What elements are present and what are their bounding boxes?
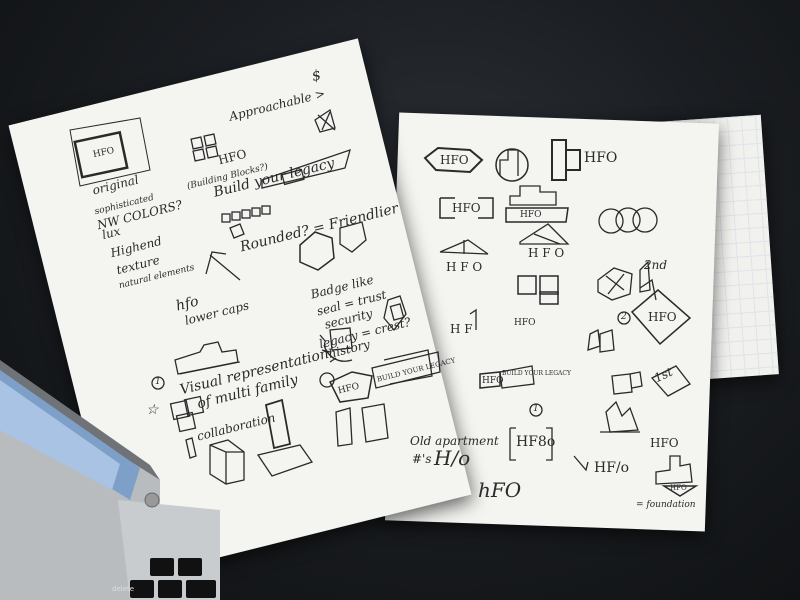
right-hfo-tri: HFO bbox=[670, 484, 687, 492]
right-hfo-diamond: HFO bbox=[648, 310, 677, 324]
right-hfo-4: H F O bbox=[446, 260, 483, 274]
sketch-drawings bbox=[69, 108, 699, 497]
right-hfo-mm: HFO bbox=[520, 210, 542, 220]
note-star: ☆ bbox=[146, 402, 159, 418]
right-hf-slash: HF/o bbox=[594, 460, 630, 476]
right-hfo-3: HFO bbox=[452, 201, 481, 215]
right-hfo-build: HFO bbox=[482, 376, 504, 386]
right-hfo-6: HFO bbox=[514, 318, 536, 328]
right-its: #'s bbox=[412, 452, 432, 466]
photo-scene: delete Approachable > $ HFO original sop… bbox=[0, 0, 800, 600]
right-hfo-1: HFO bbox=[440, 153, 469, 167]
right-h-f: H F bbox=[450, 322, 473, 336]
right-foundation: = foundation bbox=[636, 500, 696, 510]
right-circled-one: 1 bbox=[533, 404, 539, 414]
right-hfo-5: H F O bbox=[528, 246, 565, 260]
right-2nd: 2nd bbox=[644, 258, 668, 272]
right-hfo-small: HFO bbox=[650, 436, 679, 450]
right-hfo-2: HFO bbox=[584, 150, 618, 166]
right-circled-two: 2 bbox=[621, 312, 627, 322]
right-build-legacy: BUILD YOUR LEGACY bbox=[502, 370, 571, 377]
right-hf8o: HF8o bbox=[516, 434, 556, 450]
right-hfo-big: hFO bbox=[478, 478, 522, 502]
right-hfo-script: H/o bbox=[434, 446, 471, 470]
note-circled-one-left: 1 bbox=[155, 377, 161, 387]
